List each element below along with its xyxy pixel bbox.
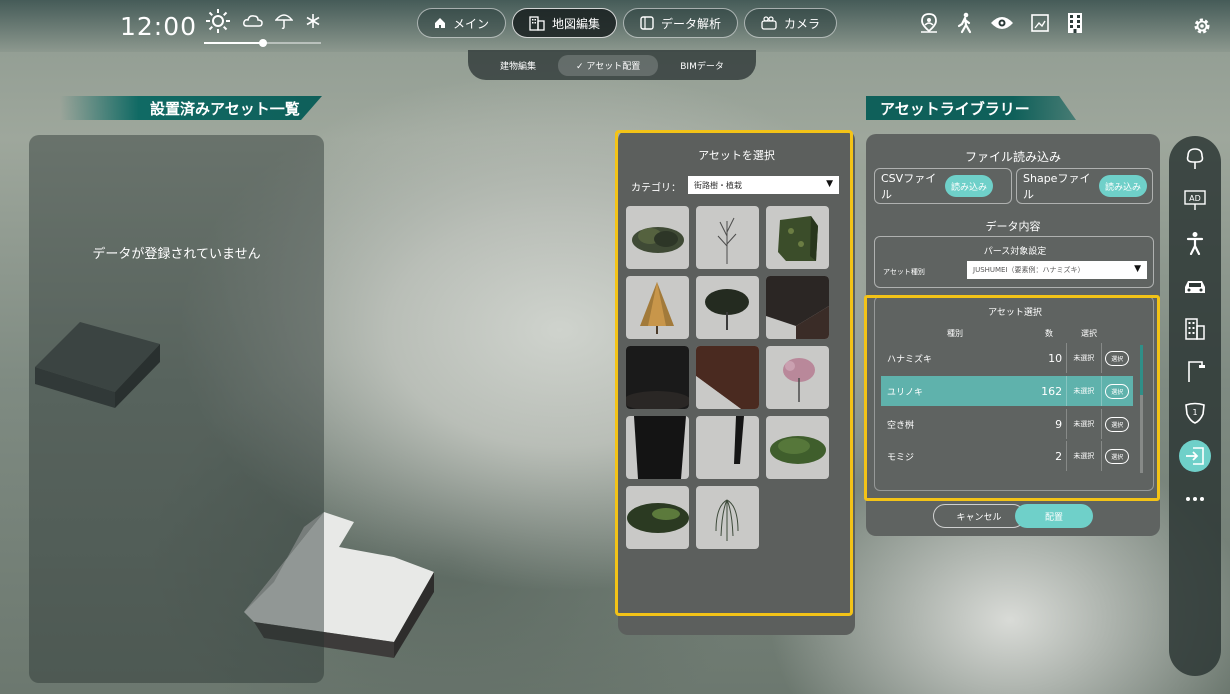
tab-data-analysis-label: データ解析 <box>661 16 722 31</box>
time-slider-knob[interactable] <box>258 39 267 47</box>
time-slider-fill <box>204 42 263 44</box>
route-sign-icon: 1 <box>1185 402 1205 424</box>
csv-file-box: CSVファイル 読み込み <box>874 168 1012 204</box>
walk-icon[interactable] <box>956 12 974 34</box>
asset-tool-rail: AD 1 <box>1169 136 1221 676</box>
tab-main-label: メイン <box>453 16 490 31</box>
place-button[interactable]: 配置 <box>1015 504 1093 528</box>
asset-type-value: JUSHUMEI（要素例：ハナミズキ） <box>973 266 1085 274</box>
cancel-button[interactable]: キャンセル <box>933 504 1025 528</box>
subtab-building-edit[interactable]: 建物編集 <box>482 55 554 76</box>
data-content-title: データ内容 <box>985 220 1041 233</box>
subtab-asset-placement[interactable]: ✓ アセット配置 <box>558 54 659 76</box>
rail-car[interactable] <box>1182 274 1208 300</box>
svg-text:AD: AD <box>1189 194 1201 203</box>
rail-building[interactable] <box>1182 316 1208 342</box>
person-icon <box>1186 232 1204 255</box>
location-person-icon[interactable] <box>918 12 940 34</box>
rail-tree[interactable] <box>1182 146 1208 172</box>
file-import-title: ファイル読み込み <box>964 150 1061 164</box>
rail-route-sign[interactable]: 1 <box>1182 400 1208 426</box>
camera-icon <box>761 16 777 30</box>
sub-tabs: 建物編集 ✓ アセット配置 BIMデータ <box>468 50 756 80</box>
tab-map-edit-label: 地図編集 <box>552 16 601 31</box>
subtab-bim-data[interactable]: BIMデータ <box>662 55 742 76</box>
time-slider[interactable] <box>204 39 321 47</box>
import-icon <box>1186 447 1204 465</box>
empty-message: データが登録されていません <box>92 247 261 262</box>
asset-selector-highlight <box>615 130 853 616</box>
tab-data-analysis[interactable]: データ解析 <box>623 8 739 38</box>
rail-ad-sign[interactable]: AD <box>1182 187 1208 213</box>
asset-type-label: アセット種別 <box>883 268 925 276</box>
shape-label: Shapeファイル <box>1023 172 1091 201</box>
snow-icon[interactable] <box>305 13 321 29</box>
building-grid-icon[interactable] <box>1066 12 1084 34</box>
clock: 12:00 <box>120 12 198 41</box>
street-light-icon <box>1188 361 1205 382</box>
top-tool-icons <box>918 12 1084 34</box>
dropdown-arrow-icon: ▼ <box>1134 264 1141 274</box>
more-icon <box>1186 497 1204 501</box>
asset-library-title: アセットライブラリー <box>866 96 1076 120</box>
csv-label: CSVファイル <box>881 172 937 201</box>
rail-street-light[interactable] <box>1182 358 1208 384</box>
panel-icon <box>640 16 654 30</box>
tab-camera[interactable]: カメラ <box>744 8 838 38</box>
asset-type-select[interactable]: JUSHUMEI（要素例：ハナミズキ） ▼ <box>967 261 1147 279</box>
tab-map-edit[interactable]: 地図編集 <box>512 8 618 38</box>
csv-import-button[interactable]: 読み込み <box>945 175 993 197</box>
rail-more[interactable] <box>1182 486 1208 512</box>
tab-main[interactable]: メイン <box>417 8 507 38</box>
tab-camera-label: カメラ <box>784 16 821 31</box>
sun-icon[interactable] <box>205 8 231 34</box>
rail-import[interactable] <box>1179 440 1211 472</box>
svg-text:1: 1 <box>1192 408 1197 417</box>
weather-selector[interactable] <box>205 8 321 34</box>
ad-sign-icon: AD <box>1184 190 1206 210</box>
parse-settings-box: パース対象設定 アセット種別 JUSHUMEI（要素例：ハナミズキ） ▼ <box>874 236 1154 288</box>
installed-assets-panel: データが登録されていません <box>29 135 324 683</box>
rail-person[interactable] <box>1182 230 1208 256</box>
building-icon <box>529 16 545 31</box>
eye-icon[interactable] <box>990 15 1014 31</box>
home-icon <box>435 18 445 28</box>
umbrella-icon[interactable] <box>275 12 293 30</box>
installed-assets-title: 設置済みアセット一覧 <box>60 96 322 120</box>
shape-file-box: Shapeファイル 読み込み <box>1016 168 1153 204</box>
parse-settings-title: パース対象設定 <box>983 247 1047 257</box>
cloud-icon[interactable] <box>243 14 263 28</box>
shape-import-button[interactable]: 読み込み <box>1099 175 1147 197</box>
asset-select-highlight <box>864 295 1160 501</box>
building-icon <box>1185 318 1205 340</box>
car-icon <box>1185 281 1205 293</box>
gear-icon[interactable] <box>1192 16 1212 36</box>
capture-icon[interactable] <box>1030 13 1050 33</box>
main-tabs: メイン 地図編集 データ解析 カメラ <box>417 8 838 38</box>
tree-icon <box>1186 148 1204 169</box>
